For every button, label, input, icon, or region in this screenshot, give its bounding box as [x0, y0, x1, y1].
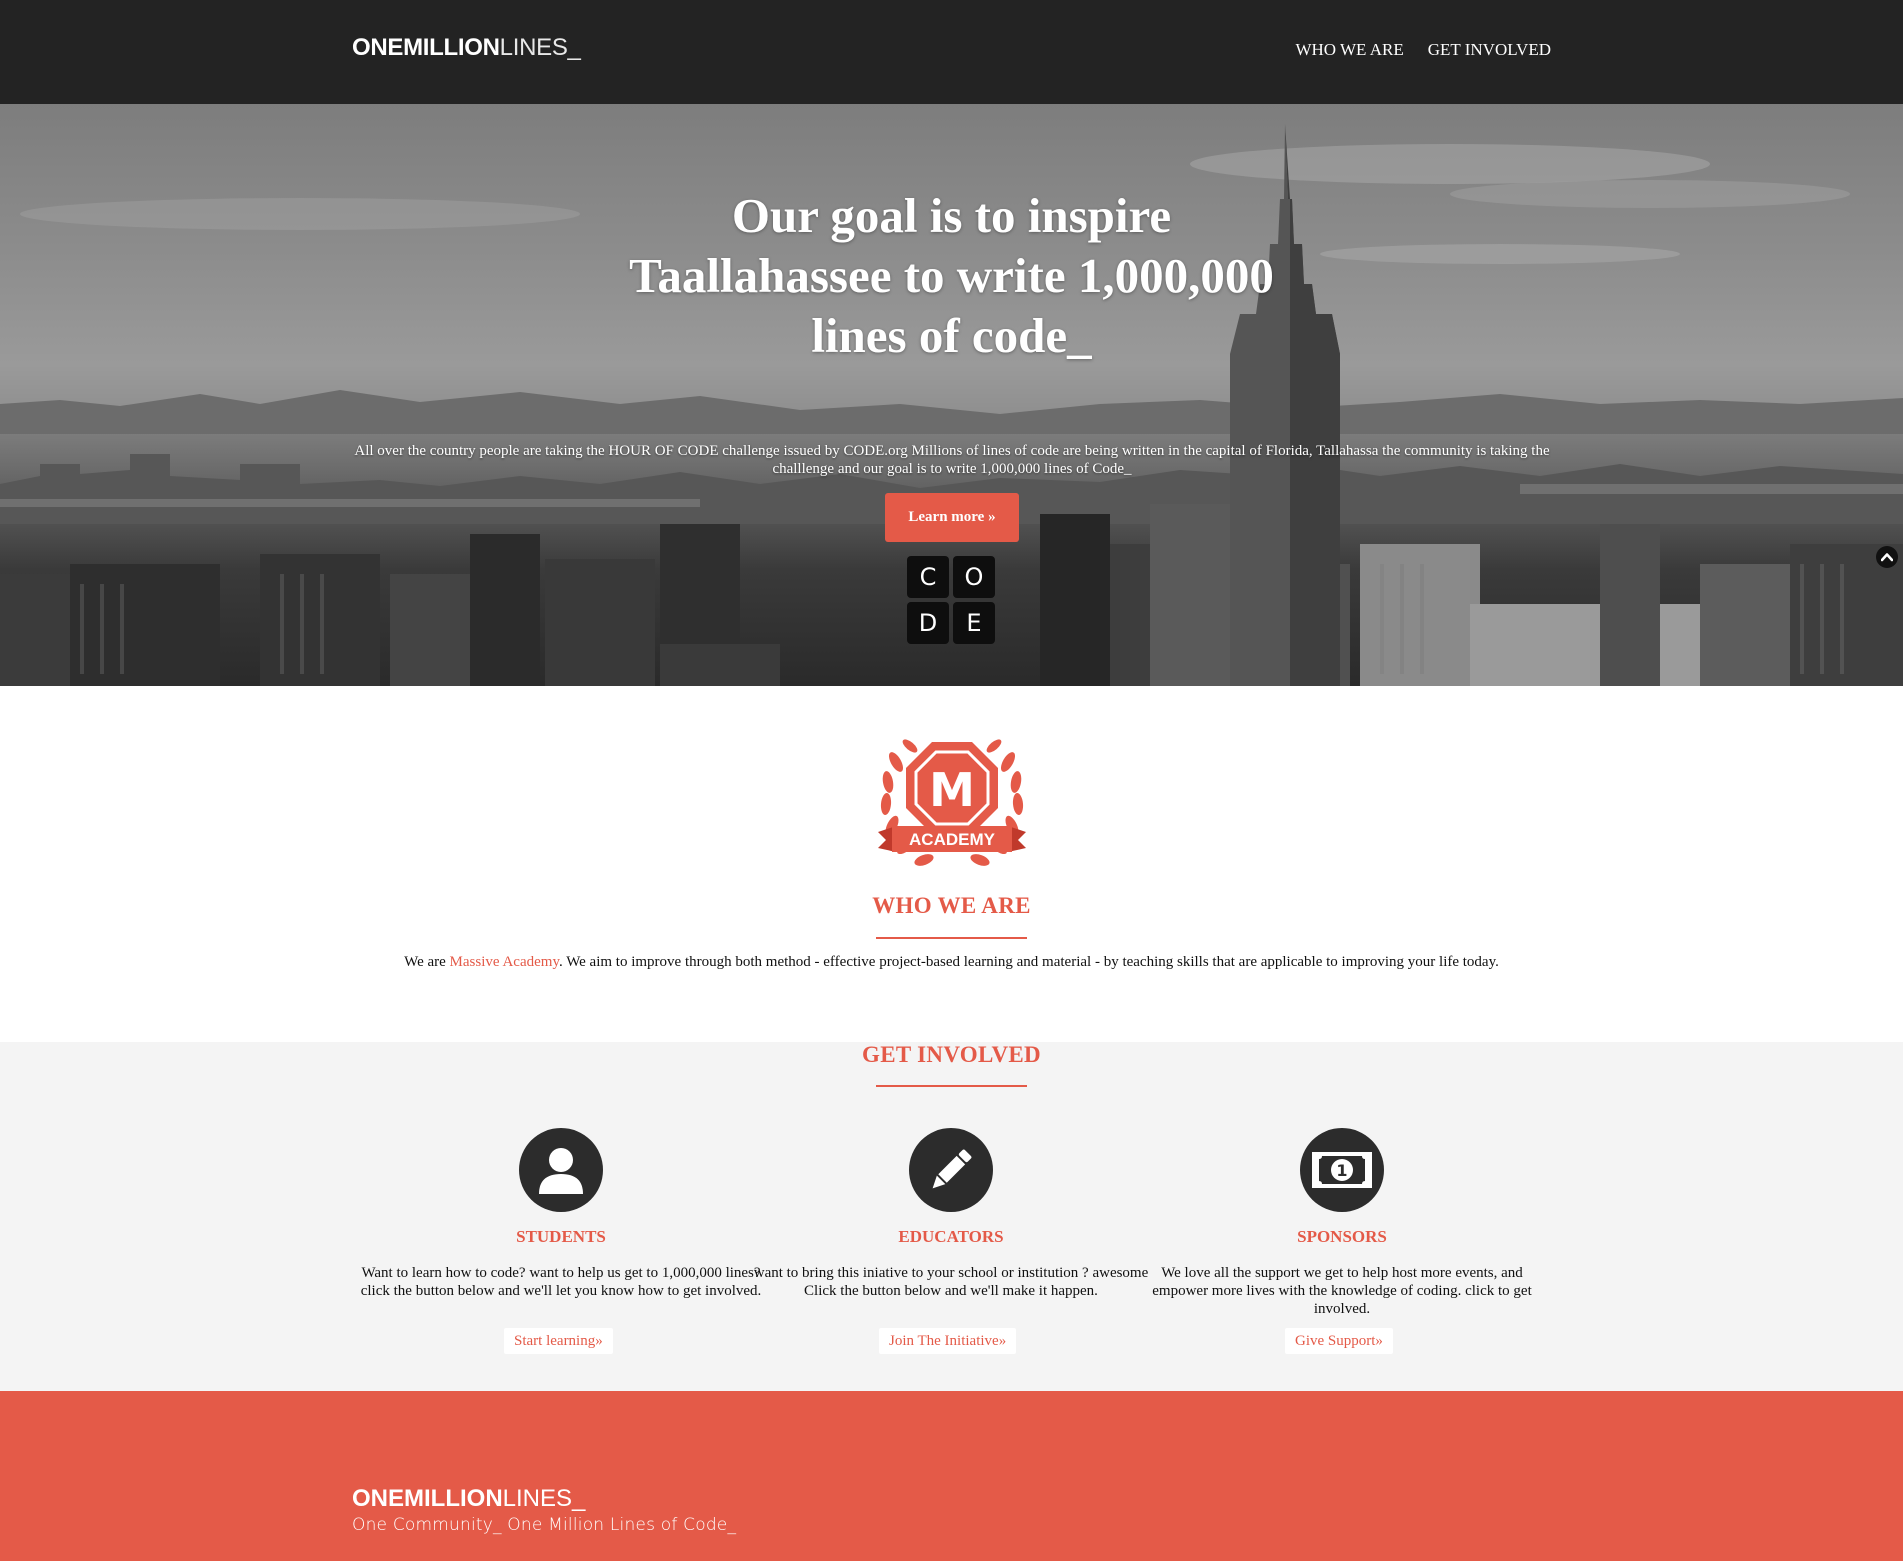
- code-tile-d: D: [907, 602, 949, 644]
- hero-title-line-2: Taallahassee to write 1,000,000: [629, 248, 1274, 303]
- logo-bold-text: ONEMILLION: [352, 34, 500, 61]
- educators-text: want to bring this iniative to your scho…: [753, 1265, 1149, 1299]
- who-text-prefix: We are: [404, 954, 450, 970]
- hero-section: Our goal is to inspire Taallahassee to w…: [0, 104, 1903, 686]
- who-we-are-divider: [876, 937, 1027, 939]
- user-icon: [519, 1128, 603, 1212]
- site-logo[interactable]: ONEMILLIONLINES_: [352, 34, 581, 62]
- who-we-are-title: WHO WE ARE: [872, 893, 1031, 918]
- code-tile-c: C: [907, 556, 949, 598]
- logo-light-text: LINES_: [499, 34, 581, 61]
- hero-title-line-3: lines of code_: [811, 308, 1092, 363]
- main-nav: WHO WE ARE GET INVOLVED: [1295, 40, 1551, 60]
- code-tile-e: E: [953, 602, 995, 644]
- navbar: ONEMILLIONLINES_ WHO WE ARE GET INVOLVED: [0, 0, 1903, 104]
- hero-title-line-1: Our goal is to inspire: [731, 188, 1172, 243]
- hero-description: All over the country people are taking t…: [354, 443, 1550, 477]
- nav-link-who-we-are[interactable]: WHO WE ARE: [1295, 40, 1403, 60]
- give-support-button[interactable]: Give Support»: [1285, 1328, 1393, 1354]
- students-text: Want to learn how to code? want to help …: [360, 1265, 762, 1299]
- students-title: STUDENTS: [516, 1227, 606, 1246]
- footer-logo[interactable]: ONEMILLIONLINES_: [352, 1485, 585, 1513]
- footer-logo-bold-text: ONEMILLION: [352, 1485, 503, 1512]
- footer: ONEMILLIONLINES_ One Community_ One Mill…: [0, 1391, 1903, 1561]
- who-text-suffix: . We aim to improve through both method …: [558, 954, 1499, 970]
- code-tile-o: O: [953, 556, 995, 598]
- get-involved-section: GET INVOLVED STUDENTS Want to learn how …: [0, 1042, 1903, 1391]
- learn-more-button[interactable]: Learn more »: [885, 493, 1019, 542]
- badge-letter: M: [929, 763, 975, 817]
- pencil-icon: [909, 1128, 993, 1212]
- get-involved-divider: [876, 1085, 1027, 1087]
- money-icon: 1: [1300, 1128, 1384, 1212]
- educators-title: EDUCATORS: [898, 1227, 1004, 1246]
- academy-badge-logo: M ACADEMY: [878, 739, 1026, 866]
- scroll-to-top-button[interactable]: [1876, 546, 1898, 568]
- code-org-logo: C O D E: [907, 556, 995, 644]
- sponsors-text: We love all the support we get to help h…: [1152, 1265, 1532, 1317]
- get-involved-title: GET INVOLVED: [862, 1042, 1041, 1067]
- join-initiative-button[interactable]: Join The Initiative»: [879, 1328, 1017, 1354]
- footer-tagline: One Community_ One Million Lines of Code…: [352, 1515, 737, 1535]
- sponsors-title: SPONSORS: [1297, 1227, 1387, 1246]
- chevron-up-icon: [1881, 553, 1893, 562]
- footer-logo-light-text: LINES_: [502, 1485, 586, 1512]
- start-learning-button[interactable]: Start learning»: [504, 1328, 613, 1354]
- massive-academy-link[interactable]: Massive Academy: [450, 954, 559, 970]
- hero-title: Our goal is to inspire Taallahassee to w…: [0, 186, 1903, 366]
- badge-text: ACADEMY: [909, 830, 996, 849]
- nav-link-get-involved[interactable]: GET INVOLVED: [1428, 40, 1551, 60]
- who-we-are-text: We are Massive Academy. We aim to improv…: [0, 954, 1903, 971]
- svg-text:1: 1: [1336, 1161, 1347, 1180]
